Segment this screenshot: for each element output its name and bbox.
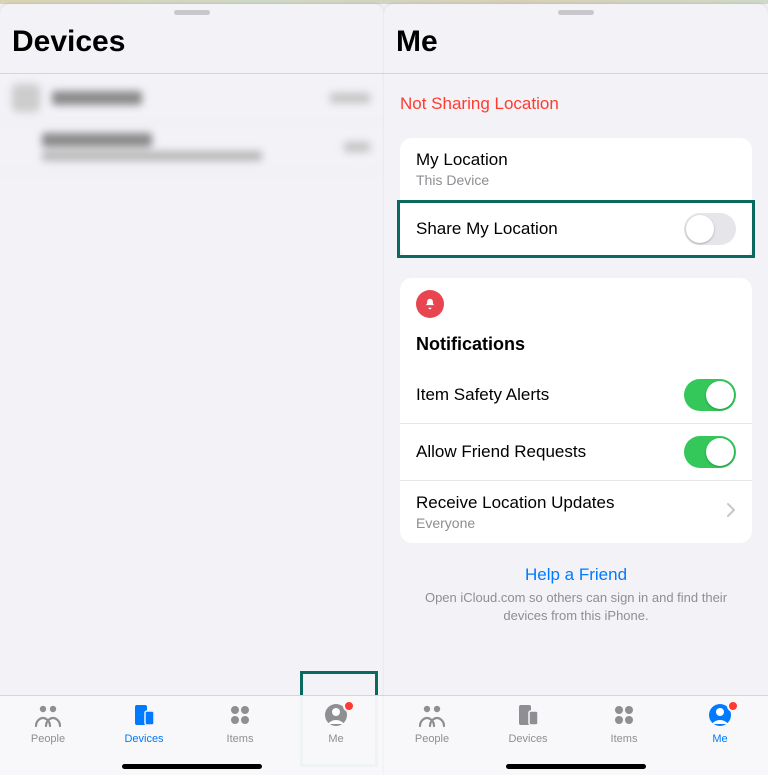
right-phone: Me Not Sharing Location My Location This… [384, 0, 768, 775]
allow-friend-requests-row: Allow Friend Requests [400, 424, 752, 481]
tab-devices[interactable]: Devices [493, 702, 563, 745]
row-title: Allow Friend Requests [416, 442, 586, 462]
location-card: My Location This Device Share My Locatio… [400, 138, 752, 258]
my-location-row[interactable]: My Location This Device [400, 138, 752, 201]
tab-people[interactable]: People [13, 702, 83, 745]
device-location-redacted [42, 151, 262, 161]
row-sub: Everyone [416, 515, 614, 531]
items-icon [610, 702, 638, 731]
tab-bar: People Devices Items Me [0, 695, 384, 775]
share-location-toggle[interactable] [684, 213, 736, 245]
people-icon [34, 702, 62, 731]
device-distance-redacted [344, 142, 370, 152]
help-a-friend-description: Open iCloud.com so others can sign in an… [384, 585, 768, 624]
devices-header: Devices [0, 15, 384, 74]
tab-people[interactable]: People [397, 702, 467, 745]
tab-label: Devices [124, 733, 163, 745]
notification-badge [727, 700, 739, 712]
devices-list [0, 74, 384, 775]
tab-label: People [31, 733, 65, 745]
tab-bar: People Devices Items Me [384, 695, 768, 775]
notification-badge [343, 700, 355, 712]
receive-location-updates-row[interactable]: Receive Location Updates Everyone [400, 481, 752, 543]
items-icon [226, 702, 254, 731]
row-title: Share My Location [416, 219, 558, 239]
home-indicator[interactable] [122, 764, 262, 769]
item-safety-toggle[interactable] [684, 379, 736, 411]
item-safety-alerts-row: Item Safety Alerts [400, 367, 752, 424]
bell-icon [416, 290, 444, 318]
tab-label: Items [611, 733, 638, 745]
device-name-redacted [52, 91, 142, 105]
me-content: Not Sharing Location My Location This De… [384, 74, 768, 775]
device-row[interactable] [0, 123, 384, 172]
devices-sheet: Devices [0, 4, 384, 775]
devices-icon [130, 702, 158, 731]
devices-icon [514, 702, 542, 731]
home-indicator[interactable] [506, 764, 646, 769]
tab-label: Items [227, 733, 254, 745]
page-title: Me [396, 25, 756, 59]
device-distance-redacted [330, 93, 370, 103]
row-title: Receive Location Updates [416, 493, 614, 513]
page-title: Devices [12, 25, 372, 59]
sharing-status: Not Sharing Location [384, 74, 768, 138]
me-header: Me [384, 15, 768, 74]
section-title: Notifications [400, 330, 752, 367]
tab-items[interactable]: Items [205, 702, 275, 745]
help-a-friend-link[interactable]: Help a Friend [384, 565, 768, 585]
tab-label: Me [328, 733, 343, 745]
device-icon [12, 84, 40, 112]
row-title: Item Safety Alerts [416, 385, 549, 405]
people-icon [418, 702, 446, 731]
tab-me[interactable]: Me [301, 702, 371, 745]
share-my-location-row: Share My Location [400, 201, 752, 258]
tab-label: Devices [508, 733, 547, 745]
row-title: My Location [416, 150, 508, 170]
row-sub: This Device [416, 172, 508, 188]
tab-label: People [415, 733, 449, 745]
tab-items[interactable]: Items [589, 702, 659, 745]
notifications-card: Notifications Item Safety Alerts Allow F… [400, 278, 752, 543]
chevron-right-icon [726, 502, 736, 523]
tab-me[interactable]: Me [685, 702, 755, 745]
tab-devices[interactable]: Devices [109, 702, 179, 745]
me-sheet: Me Not Sharing Location My Location This… [384, 4, 768, 775]
friend-requests-toggle[interactable] [684, 436, 736, 468]
left-phone: Devices [0, 0, 384, 775]
device-name-redacted [42, 133, 152, 147]
device-row[interactable] [0, 74, 384, 123]
tab-label: Me [712, 733, 727, 745]
